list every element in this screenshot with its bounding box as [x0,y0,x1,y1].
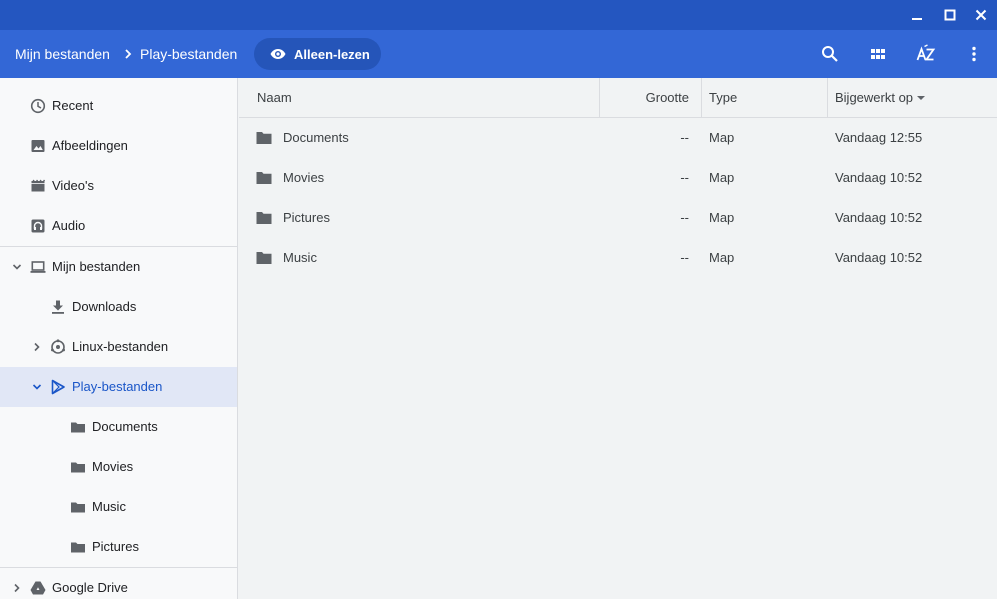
maximize-button[interactable] [934,0,966,30]
close-button[interactable] [965,0,997,30]
sidebar-item-label: Downloads [72,299,137,314]
column-header-type[interactable]: Type [709,78,737,118]
table-row[interactable]: Pictures -- Map Vandaag 10:52 [239,198,997,238]
sort-button[interactable] [910,38,942,70]
sidebar-item-label: Music [92,499,126,514]
folder-icon [71,422,85,433]
sidebar-item-recent[interactable]: Recent [0,86,237,126]
download-icon [52,300,64,314]
play-icon [51,379,65,395]
minimize-button[interactable] [901,0,933,30]
chevron-right-icon [125,49,132,59]
sidebar-item-audio[interactable]: Audio [0,206,237,246]
grid-view-icon [871,49,885,59]
sidebar-item-label: Audio [52,218,86,233]
sidebar: Recent Afbeeldingen Video's Audio Mijn b… [0,78,238,599]
folder-icon [256,172,272,184]
sidebar-item-play-files[interactable]: Play-bestanden [0,367,237,407]
cell-modified: Vandaag 10:52 [835,170,923,185]
grid-view-button[interactable] [862,38,894,70]
cell-modified: Vandaag 10:52 [835,250,923,265]
cell-name: Pictures [283,210,330,225]
linux-icon [51,339,65,354]
more-options-button[interactable] [958,38,990,70]
table-row[interactable]: Movies -- Map Vandaag 10:52 [239,158,997,198]
chevron-down-icon[interactable] [31,381,43,393]
sidebar-item-pictures[interactable]: Pictures [0,527,237,567]
toolbar: Mijn bestanden Play-bestanden Alleen-lez… [0,30,997,78]
table-row[interactable]: Documents -- Map Vandaag 12:55 [239,118,997,158]
breadcrumb-play-files[interactable]: Play-bestanden [140,30,237,78]
cell-size: -- [680,210,689,225]
sidebar-item-label: Google Drive [52,580,128,595]
folder-icon [256,212,272,224]
drive-icon [30,581,46,595]
maximize-icon [944,9,956,21]
folder-icon [256,132,272,144]
cell-name: Music [283,250,317,265]
sidebar-item-label: Linux-bestanden [72,339,169,354]
cell-type: Map [709,170,735,185]
film-icon [31,179,46,192]
clock-icon [30,98,46,114]
sidebar-item-label: Movies [92,459,134,474]
close-icon [975,9,987,21]
laptop-icon [30,261,46,273]
sidebar-item-label: Video's [52,178,94,193]
sidebar-item-label: Mijn bestanden [52,259,141,274]
column-header-modified[interactable]: Bijgewerkt op [835,78,913,118]
file-list: Naam Grootte Type Bijgewerkt op Document… [239,78,997,599]
sidebar-item-music[interactable]: Music [0,487,237,527]
sidebar-item-label: Recent [52,98,94,113]
cell-size: -- [680,170,689,185]
table-row[interactable]: Music -- Map Vandaag 10:52 [239,238,997,278]
eye-icon [270,49,286,59]
search-icon [822,46,838,62]
sidebar-item-movies[interactable]: Movies [0,447,237,487]
readonly-chip[interactable]: Alleen-lezen [254,38,381,70]
title-bar [0,0,997,30]
cell-name: Documents [283,130,349,145]
column-resize-handle[interactable] [701,78,702,118]
sidebar-item-label: Afbeeldingen [52,138,128,153]
cell-size: -- [680,250,689,265]
cell-type: Map [709,210,735,225]
sidebar-item-label: Play-bestanden [72,379,163,394]
cell-type: Map [709,130,735,145]
chevron-right-icon[interactable] [11,582,23,594]
chevron-right-icon[interactable] [31,341,43,353]
search-button[interactable] [814,38,846,70]
breadcrumb-my-files[interactable]: Mijn bestanden [15,30,110,78]
cell-modified: Vandaag 12:55 [835,130,923,145]
column-header-size[interactable]: Grootte [599,78,689,118]
sidebar-item-google-drive[interactable]: Google Drive [0,568,237,599]
folder-icon [71,542,85,553]
image-icon [31,140,45,152]
table-header: Naam Grootte Type Bijgewerkt op [239,78,997,118]
column-resize-handle[interactable] [827,78,828,118]
sidebar-item-images[interactable]: Afbeeldingen [0,126,237,166]
more-vertical-icon [972,46,976,62]
sidebar-item-label: Documents [92,419,158,434]
cell-name: Movies [283,170,325,185]
minimize-icon [912,18,922,20]
sort-az-icon [916,44,936,61]
sidebar-item-linux-files[interactable]: Linux-bestanden [0,327,237,367]
sidebar-item-documents[interactable]: Documents [0,407,237,447]
folder-icon [256,252,272,264]
folder-icon [71,502,85,513]
folder-icon [71,462,85,473]
sort-desc-arrow-icon [917,96,925,100]
cell-modified: Vandaag 10:52 [835,210,923,225]
readonly-chip-label: Alleen-lezen [294,46,370,62]
cell-type: Map [709,250,735,265]
column-header-name[interactable]: Naam [257,78,292,118]
audio-icon [31,219,45,233]
sidebar-item-label: Pictures [92,539,139,554]
sidebar-item-videos[interactable]: Video's [0,166,237,206]
chevron-down-icon[interactable] [11,261,23,273]
cell-size: -- [680,130,689,145]
sidebar-item-my-files[interactable]: Mijn bestanden [0,247,237,287]
sidebar-item-downloads[interactable]: Downloads [0,287,237,327]
